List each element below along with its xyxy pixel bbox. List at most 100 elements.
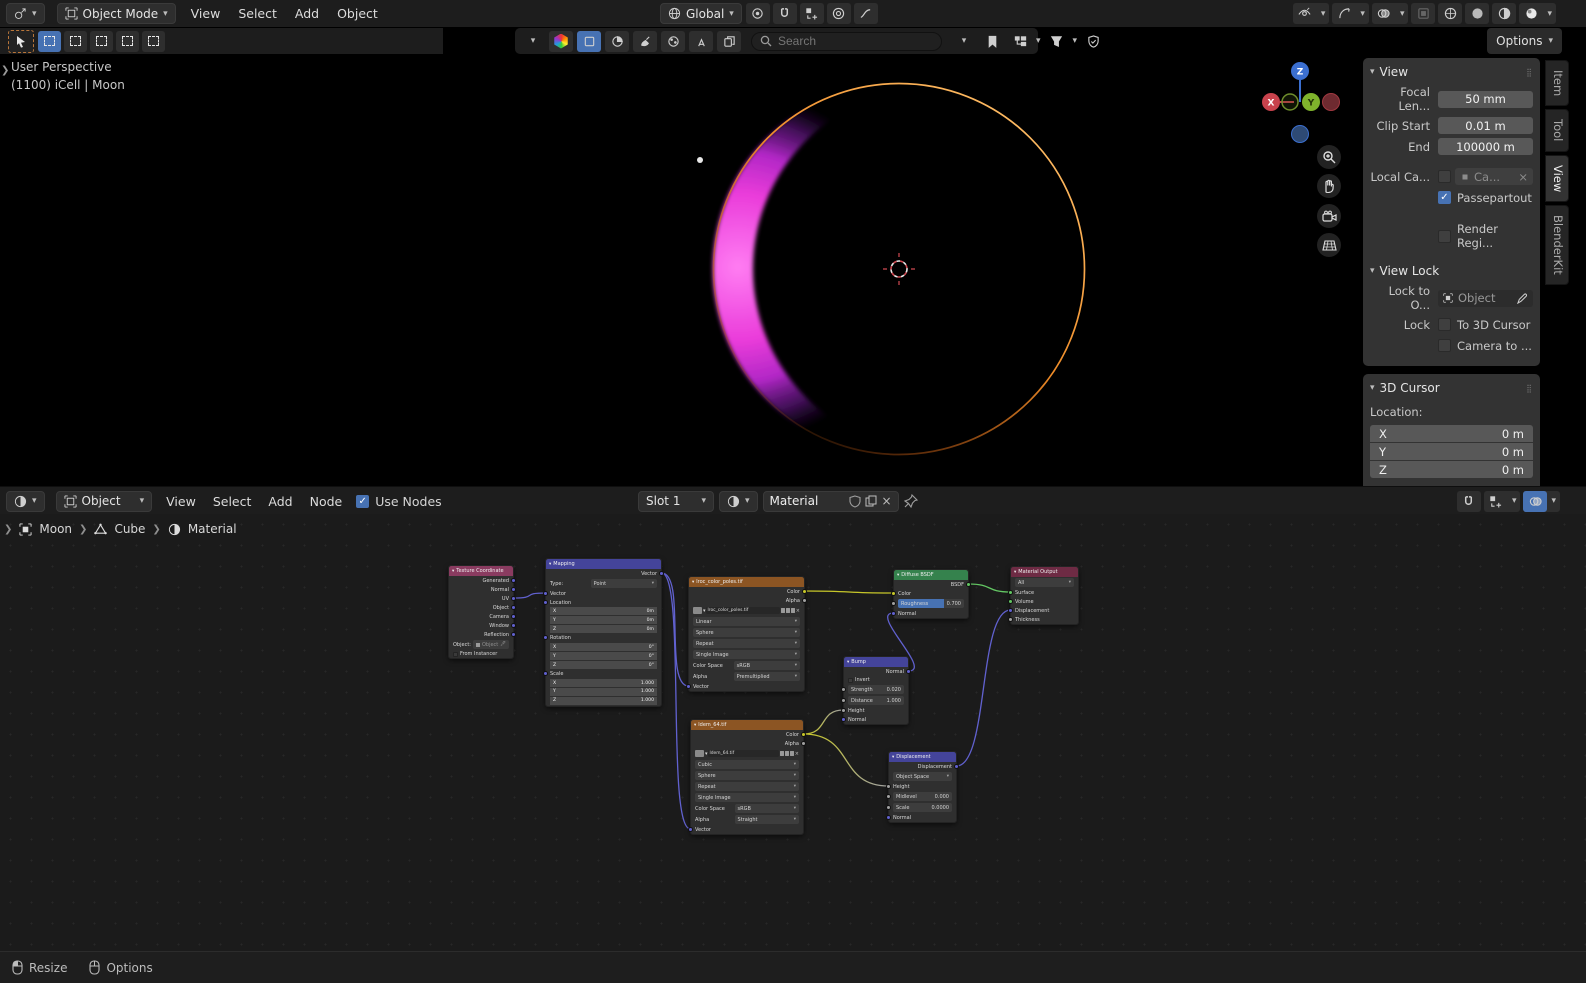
fake-user-shield-icon[interactable] [780, 751, 784, 756]
chevron-down-icon[interactable]: ▾ [1317, 9, 1330, 19]
socket-alpha[interactable] [802, 598, 807, 603]
breadcrumb-material[interactable]: Material [188, 522, 237, 536]
material-browse-dropdown[interactable]: ▾ [719, 491, 758, 512]
socket-midlevel[interactable] [886, 794, 891, 799]
menu-object[interactable]: Object [334, 6, 381, 21]
local-camera-field[interactable]: Ca... × [1455, 168, 1533, 185]
number-field-distance[interactable]: Distance1.000 [848, 696, 904, 705]
vector-component-field[interactable]: Z0° [550, 661, 657, 669]
socket-scale[interactable] [543, 671, 548, 676]
dropdown-cubic[interactable]: Cubic▾ [695, 760, 799, 769]
socket-vector[interactable] [543, 591, 548, 596]
cursor-z-field[interactable]: Z0 m [1370, 461, 1533, 478]
node-diffuse[interactable]: ▾Diffuse BSDFBSDFColorRoughness0.700Norm… [893, 569, 969, 619]
cursor-y-field[interactable]: Y0 m [1370, 443, 1533, 460]
socket-distance[interactable] [841, 698, 846, 703]
socket-height[interactable] [886, 784, 891, 789]
copy-icon[interactable] [786, 608, 790, 613]
socket-normal[interactable] [511, 587, 516, 592]
visibility-icon[interactable] [1293, 3, 1317, 24]
camera-view-button[interactable] [1317, 204, 1341, 228]
clip-start-field[interactable]: 0.01 m [1438, 117, 1533, 134]
socket-strength[interactable] [841, 687, 846, 692]
3d-viewport[interactable]: ▾ ▾▾▾ Options ▾ [0, 27, 1586, 486]
socket-uv[interactable] [511, 596, 516, 601]
proportional-editing-icon[interactable] [827, 3, 851, 24]
transform-orientation-dropdown[interactable]: Global ▾ [660, 3, 742, 24]
menu-view[interactable]: View [163, 494, 199, 509]
socket-bsdf[interactable] [966, 582, 971, 587]
dropdown-color-space[interactable]: sRGB▾ [735, 804, 799, 813]
menu-select[interactable]: Select [235, 6, 280, 21]
shader-type-dropdown[interactable]: Object ▾ [56, 491, 153, 512]
node-ldem[interactable]: ▾ldem_64.tifColorAlpha▾ldem_64.tif×Cubic… [690, 719, 804, 835]
snap-magnet-icon[interactable] [1457, 491, 1481, 512]
image-name-field[interactable]: ldem_64.tif [708, 750, 779, 757]
node-header[interactable]: ▾lroc_color_poles.tif [689, 577, 804, 587]
vector-component-field[interactable]: X0m [550, 607, 657, 615]
eyedropper-icon[interactable] [1517, 293, 1528, 304]
chevron-down-icon[interactable]: ▾ [1547, 496, 1560, 506]
socket-displacement[interactable] [954, 764, 959, 769]
dropdown-color-space[interactable]: sRGB▾ [734, 661, 800, 670]
overlays-icon[interactable] [1372, 3, 1396, 24]
breadcrumb-expand-arrow[interactable]: ❯ [4, 524, 12, 535]
number-field-strength[interactable]: Strength0.020 [848, 685, 904, 694]
material-name-field[interactable]: Material × [763, 491, 899, 512]
node-header[interactable]: ▾Material Output [1011, 567, 1078, 577]
sidebar-tab-tool[interactable]: Tool [1545, 109, 1569, 151]
unlink-icon[interactable]: × [795, 751, 799, 757]
dropdown-object-space[interactable]: Object Space▾ [893, 772, 952, 781]
socket-color[interactable] [891, 591, 896, 596]
node-header[interactable]: ▾Texture Coordinate [449, 566, 513, 576]
xray-icon[interactable] [1411, 3, 1435, 24]
lock-to-cursor-checkbox[interactable] [1438, 318, 1451, 331]
image-thumbnail-icon[interactable] [693, 607, 702, 614]
zoom-tool-button[interactable] [1317, 145, 1341, 169]
shading-solid-icon[interactable] [1465, 3, 1489, 24]
snap-target-icon[interactable] [1484, 491, 1508, 512]
node-matout[interactable]: ▾Material OutputAll▾SurfaceVolumeDisplac… [1010, 566, 1079, 625]
socket-rotation[interactable] [543, 635, 548, 640]
fake-user-shield-icon[interactable] [781, 608, 785, 613]
node-header[interactable]: ▾Diffuse BSDF [894, 570, 968, 580]
menu-add[interactable]: Add [265, 494, 295, 509]
toggle-ortho-button[interactable] [1317, 233, 1341, 257]
chevron-down-icon[interactable]: ▾ [1508, 496, 1521, 506]
socket-camera[interactable] [511, 614, 516, 619]
use-nodes-checkbox[interactable]: ✓ [356, 495, 369, 508]
vector-component-field[interactable]: Y0° [550, 652, 657, 660]
socket-normal[interactable] [841, 717, 846, 722]
local-camera-checkbox[interactable] [1438, 170, 1451, 183]
lock-to-object-field[interactable]: Object [1438, 290, 1533, 307]
shading-rendered-icon[interactable] [1519, 3, 1543, 24]
snap-target-icon[interactable] [800, 3, 824, 24]
vector-component-field[interactable]: Z1.000 [550, 697, 657, 705]
menu-select[interactable]: Select [210, 494, 255, 509]
socket-displacement[interactable] [1008, 608, 1013, 613]
overlays-icon[interactable] [1523, 491, 1547, 512]
socket-surface[interactable] [1008, 590, 1013, 595]
dropdown-single-image[interactable]: Single Image▾ [695, 793, 799, 802]
camera-to-view-checkbox[interactable] [1438, 339, 1451, 352]
collapse-icon[interactable]: ▾ [1370, 266, 1375, 276]
clip-end-field[interactable]: 100000 m [1438, 138, 1533, 155]
menu-node[interactable]: Node [307, 494, 346, 509]
dropdown-repeat[interactable]: Repeat▾ [693, 639, 800, 648]
sidebar-tab-item[interactable]: Item [1545, 60, 1569, 106]
navigation-gizmo[interactable]: Z X Y [1262, 62, 1340, 143]
panel-grip-icon[interactable]: ⣿ [1526, 384, 1533, 393]
panel-grip-icon[interactable]: ⣿ [1526, 68, 1533, 77]
mode-dropdown[interactable]: Object Mode ▾ [57, 3, 176, 24]
number-field-midlevel[interactable]: Midlevel0.000 [893, 792, 952, 801]
gizmos-icon[interactable] [1332, 3, 1356, 24]
dropdown-alpha[interactable]: Straight▾ [735, 815, 799, 824]
socket-roughness[interactable] [891, 601, 896, 606]
chevron-down-icon[interactable]: ▾ [1396, 9, 1409, 19]
vector-component-field[interactable]: X1.000 [550, 679, 657, 687]
open-image-icon[interactable] [791, 608, 795, 613]
socket-height[interactable] [841, 708, 846, 713]
socket-color[interactable] [802, 589, 807, 594]
dropdown-sphere[interactable]: Sphere▾ [693, 628, 800, 637]
socket-location[interactable] [543, 600, 548, 605]
